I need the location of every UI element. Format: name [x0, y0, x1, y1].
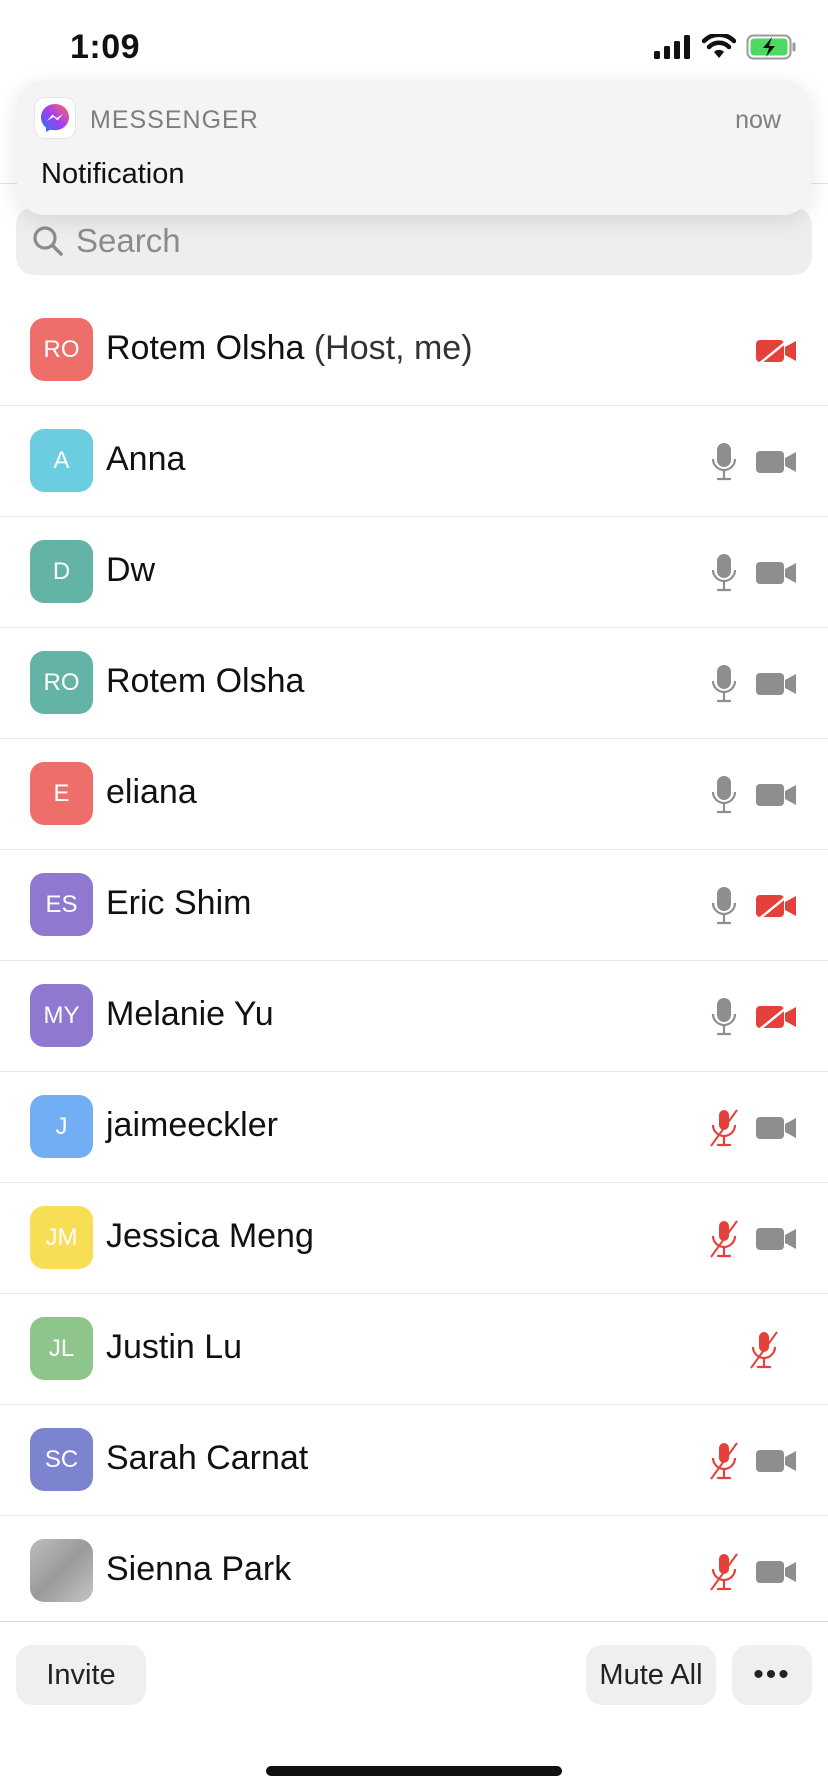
- participant-row[interactable]: RO Rotem Olsha: [0, 628, 828, 739]
- search-icon: [30, 223, 66, 259]
- more-options-button[interactable]: •••: [732, 1645, 812, 1705]
- avatar: E: [30, 762, 93, 825]
- mic-icon: [708, 773, 740, 817]
- mic-icon: [708, 662, 740, 706]
- home-indicator[interactable]: [266, 1766, 562, 1776]
- video-off-icon: [754, 995, 798, 1039]
- participant-name-text: jaimeeckler: [106, 1106, 278, 1144]
- notification-body: Notification: [41, 158, 185, 190]
- status-icons: [654, 34, 798, 60]
- mic-muted-icon: [708, 1439, 740, 1483]
- invite-button[interactable]: Invite: [16, 1645, 146, 1705]
- participant-row[interactable]: JM Jessica Meng: [0, 1183, 828, 1294]
- avatar: [30, 1539, 93, 1602]
- mute-all-button[interactable]: Mute All: [586, 1645, 716, 1705]
- participant-name: Melanie Yu: [106, 995, 274, 1034]
- participant-name: Anna: [106, 440, 185, 479]
- mic-muted-icon: [748, 1328, 780, 1372]
- participant-name: Rotem Olsha (Host, me): [106, 329, 473, 368]
- participant-name-text: Dw: [106, 551, 156, 589]
- avatar: A: [30, 429, 93, 492]
- participant-name: Sarah Carnat: [106, 1439, 308, 1478]
- video-camera-icon: [754, 1106, 798, 1150]
- avatar: ES: [30, 873, 93, 936]
- mic-muted-icon: [708, 1550, 740, 1594]
- avatar: JM: [30, 1206, 93, 1269]
- participant-name: eliana: [106, 773, 197, 812]
- avatar: D: [30, 540, 93, 603]
- avatar: RO: [30, 318, 93, 381]
- participant-row[interactable]: D Dw: [0, 517, 828, 628]
- participant-name: Rotem Olsha: [106, 662, 304, 701]
- notification-time: now: [735, 106, 781, 134]
- participant-row[interactable]: MY Melanie Yu: [0, 961, 828, 1072]
- participant-name-text: Sarah Carnat: [106, 1439, 309, 1477]
- participant-name: Dw: [106, 551, 155, 590]
- participant-name-text: Sienna Park: [106, 1550, 292, 1588]
- video-camera-icon: [754, 773, 798, 817]
- participant-name: Jessica Meng: [106, 1217, 314, 1256]
- participant-list: RO Rotem Olsha (Host, me) A Anna D Dw RO Rotem …: [0, 295, 828, 1627]
- mic-icon: [708, 440, 740, 484]
- participant-name: Eric Shim: [106, 884, 251, 923]
- avatar: JL: [30, 1317, 93, 1380]
- mic-icon: [708, 551, 740, 595]
- video-camera-icon: [754, 1550, 798, 1594]
- mic-muted-icon: [708, 1217, 740, 1261]
- avatar: RO: [30, 651, 93, 714]
- video-camera-icon: [754, 1217, 798, 1261]
- participant-row[interactable]: Eeliana: [0, 739, 828, 850]
- participant-name-text: Melanie Yu: [106, 995, 274, 1033]
- participant-row[interactable]: Jjaimeeckler: [0, 1072, 828, 1183]
- search-input[interactable]: [74, 221, 778, 261]
- video-camera-icon: [754, 662, 798, 706]
- participant-row[interactable]: JL Justin Lu: [0, 1294, 828, 1405]
- participant-name-text: Jessica Meng: [106, 1217, 314, 1255]
- participant-row[interactable]: SC Sarah Carnat: [0, 1405, 828, 1516]
- participant-name: jaimeeckler: [106, 1106, 278, 1145]
- video-camera-icon: [754, 440, 798, 484]
- avatar: MY: [30, 984, 93, 1047]
- participant-name-text: Rotem Olsha: [106, 329, 305, 367]
- participant-row[interactable]: Sienna Park: [0, 1516, 828, 1627]
- mic-icon: [708, 995, 740, 1039]
- mic-muted-icon: [708, 1106, 740, 1150]
- participant-name: Sienna Park: [106, 1550, 291, 1589]
- participant-name: Justin Lu: [106, 1328, 242, 1367]
- participant-name-text: Rotem Olsha: [106, 662, 305, 700]
- participant-name-text: Justin Lu: [106, 1328, 243, 1366]
- battery-charging-icon: [746, 34, 796, 60]
- video-off-icon: [754, 329, 798, 373]
- search-bar[interactable]: [16, 207, 812, 275]
- participant-row[interactable]: RO Rotem Olsha (Host, me): [0, 295, 828, 406]
- participant-row[interactable]: ES Eric Shim: [0, 850, 828, 961]
- avatar: J: [30, 1095, 93, 1158]
- messenger-notification-banner[interactable]: MESSENGER now Notification: [17, 80, 811, 215]
- participant-name-text: eliana: [106, 773, 197, 811]
- participant-name-text: Anna: [106, 440, 186, 478]
- video-off-icon: [754, 884, 798, 928]
- status-time: 1:09: [70, 28, 141, 66]
- mic-icon: [708, 884, 740, 928]
- cellular-signal-icon: [654, 35, 690, 59]
- notification-app-name: MESSENGER: [90, 106, 259, 134]
- participant-name-text: Eric Shim: [106, 884, 252, 922]
- participant-role-label: (Host, me): [313, 329, 473, 367]
- participant-row[interactable]: A Anna: [0, 406, 828, 517]
- avatar: SC: [30, 1428, 93, 1491]
- wifi-icon: [702, 34, 736, 58]
- messenger-app-icon: [35, 98, 75, 138]
- video-camera-icon: [754, 551, 798, 595]
- video-camera-icon: [754, 1439, 798, 1483]
